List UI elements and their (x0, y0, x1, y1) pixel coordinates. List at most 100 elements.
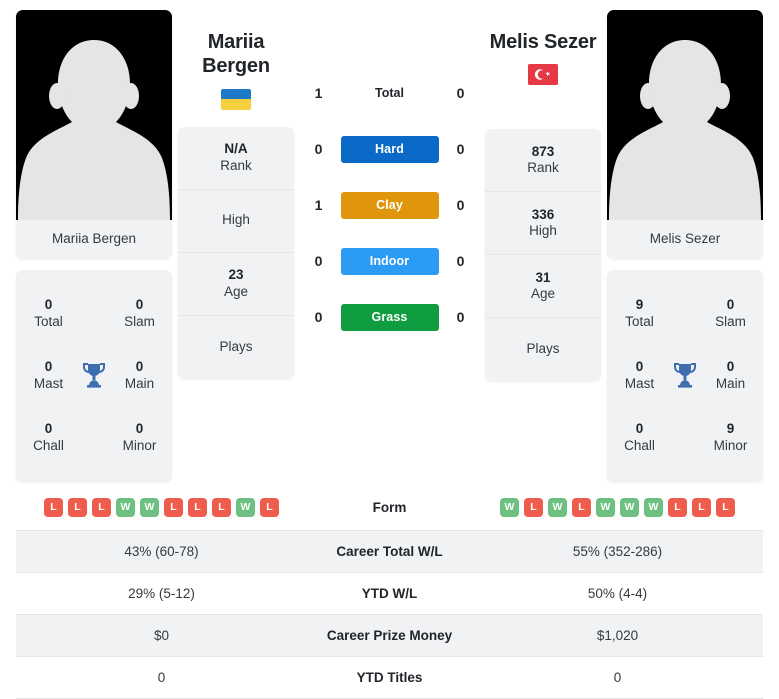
right-player-photo-caption: Melis Sezer (607, 220, 763, 260)
form-badge-l[interactable]: L (44, 498, 63, 517)
left-plays-cell: Plays (178, 316, 294, 379)
right-titles-main-value: 0 (726, 358, 735, 374)
h2h-right-score-hard: 0 (456, 141, 465, 157)
left-rank-value: N/A (224, 140, 248, 156)
form-badge-l[interactable]: L (260, 498, 279, 517)
form-badge-l[interactable]: L (212, 498, 231, 517)
table-row: 43% (60-78) Career Total W/L 55% (352-286) (16, 530, 763, 573)
right-player-info-card: 873 Rank 336 High 31 Age Plays (485, 129, 601, 382)
left-titles-slam-value: 0 (135, 296, 144, 312)
right-plays-label: Plays (526, 341, 560, 357)
left-player-header: Mariia Bergen (178, 10, 294, 110)
form-badge-w[interactable]: W (596, 498, 615, 517)
left-titles-main: 0 Main (113, 358, 166, 393)
form-badge-l[interactable]: L (668, 498, 687, 517)
row-label-form: Form (372, 500, 407, 515)
table-row: 0 YTD Titles 0 (16, 656, 763, 699)
h2h-surface-label-hard[interactable]: Hard (340, 135, 439, 163)
form-badge-w[interactable]: W (236, 498, 255, 517)
h2h-surface-label-grass[interactable]: Grass (340, 303, 439, 331)
h2h-surface-label-clay[interactable]: Clay (340, 191, 439, 219)
form-badge-w[interactable]: W (116, 498, 135, 517)
form-badge-l[interactable]: L (92, 498, 111, 517)
right-player-photo-card[interactable]: Melis Sezer (607, 10, 763, 260)
right-titles-slam-value: 0 (726, 296, 735, 312)
right-titles-slam-label: Slam (715, 314, 746, 330)
left-titles-main-label: Main (124, 376, 155, 392)
right-titles-main: 0 Main (704, 358, 757, 393)
h2h-left-score-indoor: 0 (314, 253, 323, 269)
right-plays-cell: Plays (485, 318, 601, 381)
left-form-strip: LLLWWLLLWL (20, 498, 303, 517)
right-player-header: Melis Sezer (485, 10, 601, 86)
right-career_prize_money-cell: $1,020 (596, 628, 639, 643)
player-comparison-page: Mariia Bergen 0 Total 0 Slam 0 Mast 0 Ma… (0, 0, 779, 699)
ukraine-flag-icon (221, 88, 251, 110)
trophy-icon (674, 363, 696, 388)
form-badge-w[interactable]: W (548, 498, 567, 517)
right-rank-cell: 873 Rank (485, 129, 601, 193)
form-badge-l[interactable]: L (164, 498, 183, 517)
right-high-label: High (529, 223, 557, 239)
left-player-name-line1: Mariia (207, 31, 265, 53)
left-career_prize_money-cell: $0 (153, 628, 170, 643)
h2h-surface-column: 1 Total 0 0 Hard 0 1 Clay 0 0 Indoor 0 0 Grass 0 (294, 10, 485, 345)
right-titles-mast-label: Mast (624, 376, 655, 392)
surface-badge-clay[interactable]: Clay (340, 191, 439, 219)
left-ytd_wl-cell: 29% (5-12) (128, 586, 195, 601)
right-form-cell: WLWLWWWLLL (472, 485, 763, 531)
left-titles-main-value: 0 (135, 358, 144, 374)
trophy-icon-wrap-right (666, 362, 704, 388)
left-age-value: 23 (228, 266, 244, 282)
form-badge-w[interactable]: W (500, 498, 519, 517)
right-titles-mast: 0 Mast (613, 358, 666, 393)
left-player-info-card: N/A Rank High 23 Age Plays (178, 126, 294, 379)
right-player-name-line1: Melis Sezer (489, 31, 597, 53)
form-badge-l[interactable]: L (572, 498, 591, 517)
h2h-total-label: Total (375, 86, 404, 100)
left-high-cell: High (178, 190, 294, 253)
titles-row-chall-minor: 0 Chall 0 Minor (22, 406, 166, 468)
left-plays-label: Plays (219, 338, 253, 354)
right-rank-label: Rank (527, 160, 559, 176)
form-badge-w[interactable]: W (140, 498, 159, 517)
left-titles-slam-label: Slam (124, 314, 155, 330)
trophy-icon-wrap-left (75, 362, 113, 388)
titles-row-mast-main: 0 Mast 0 Main (22, 344, 166, 406)
h2h-row-hard: 0 Hard 0 (294, 121, 485, 177)
left-titles-mast-value: 0 (44, 358, 53, 374)
row-label-career_prize_money: Career Prize Money (326, 628, 453, 643)
turkey-flag-icon (528, 64, 558, 86)
right-player-titles-card: 9 Total 0 Slam 0 Mast 0 Main 0 Chall 9 M… (607, 270, 763, 483)
h2h-surface-label-indoor[interactable]: Indoor (340, 247, 439, 275)
surface-badge-grass[interactable]: Grass (340, 303, 439, 331)
form-badge-l[interactable]: L (692, 498, 711, 517)
table-row: L L L W W L L L W L Form W L W L W W W L L L (16, 485, 763, 531)
surface-badge-indoor[interactable]: Indoor (340, 247, 439, 275)
right-player-photo (607, 10, 763, 220)
row-label-ytd_wl: YTD W/L (361, 586, 418, 601)
row-label-ytd_titles: YTD Titles (356, 670, 423, 685)
right-player-info-column: Melis Sezer 873 Rank 336 High 31 Age Pla… (485, 10, 601, 382)
left-titles-chall-value: 0 (44, 420, 53, 436)
avatar-silhouette-icon (18, 40, 170, 220)
table-row: $0 Career Prize Money $1,020 (16, 614, 763, 657)
right-high-value: 336 (531, 206, 555, 222)
form-badge-l[interactable]: L (524, 498, 543, 517)
left-titles-minor: 0 Minor (113, 420, 166, 455)
left-player-photo-caption: Mariia Bergen (16, 220, 172, 260)
right-titles-main-label: Main (715, 376, 746, 392)
left-player-photo (16, 10, 172, 220)
left-form-cell: LLLWWLLLWL (16, 485, 307, 531)
titles-row-chall-minor: 0 Chall 9 Minor (613, 406, 757, 468)
right-titles-chall-value: 0 (635, 420, 644, 436)
form-badge-l[interactable]: L (68, 498, 87, 517)
right-age-label: Age (530, 286, 556, 302)
form-badge-l[interactable]: L (716, 498, 735, 517)
surface-badge-hard[interactable]: Hard (340, 135, 439, 163)
form-badge-w[interactable]: W (620, 498, 639, 517)
form-badge-l[interactable]: L (188, 498, 207, 517)
form-badge-w[interactable]: W (644, 498, 663, 517)
left-player-photo-card[interactable]: Mariia Bergen (16, 10, 172, 260)
h2h-right-score-total: 0 (456, 85, 465, 101)
